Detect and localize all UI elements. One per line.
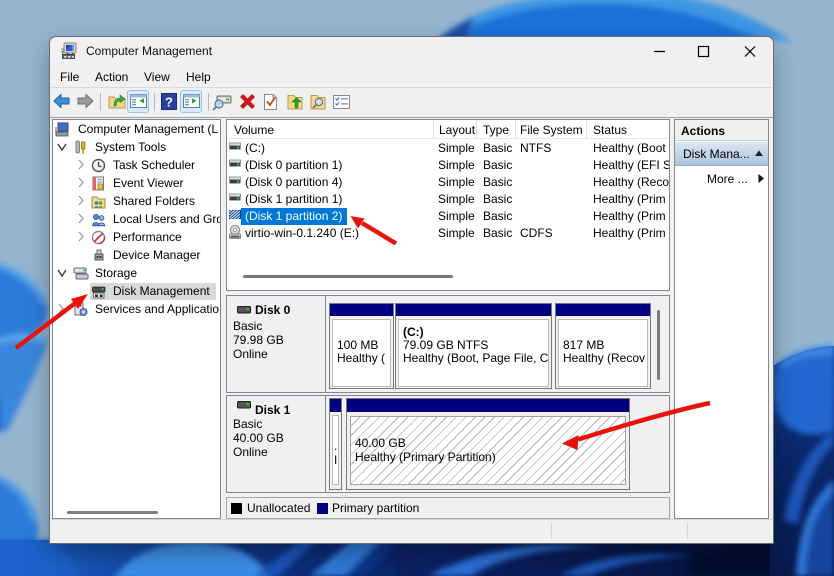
svg-text:?: ? [165, 95, 173, 110]
